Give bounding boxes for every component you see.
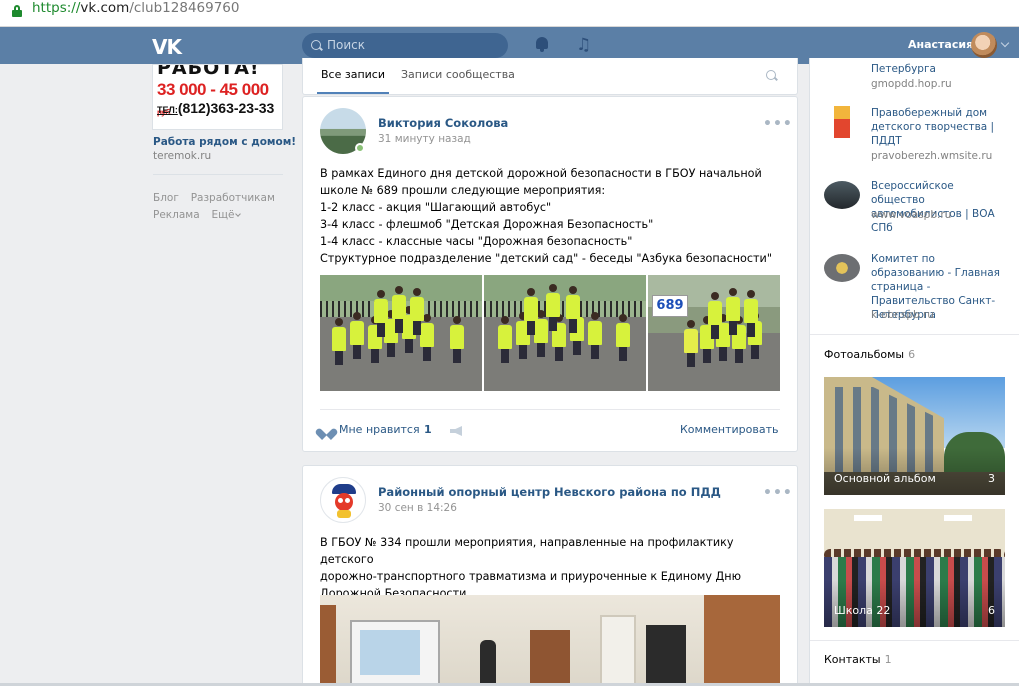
divider [153,174,283,175]
album-count: 6 [988,604,995,617]
photo-album[interactable]: Основной альбом 3 [824,377,1005,495]
footer-link-blog[interactable]: Блог [153,192,179,204]
search-input[interactable]: Поиск [302,33,508,58]
vk-logo[interactable]: VK [152,35,182,59]
tab-all-posts[interactable]: Все записи [321,68,385,81]
like-count: 1 [424,423,432,436]
footer-link-ads[interactable]: Реклама [153,209,200,221]
post-author[interactable]: Виктория Соколова [378,116,508,130]
link-domain: www.voaspb.ru [871,209,952,221]
url-text[interactable]: https://vk.com/club128469760 [32,0,239,16]
tab-community-posts[interactable]: Записи сообщества [401,68,515,81]
post-text: В ГБОУ № 334 прошли мероприятия, направл… [320,536,742,600]
link-thumbnail[interactable] [824,181,860,209]
post-text: В рамках Единого дня детской дорожной бе… [320,167,772,265]
user-avatar[interactable] [971,32,997,58]
footer-link-more[interactable]: Ещё [211,209,248,221]
ad-phone: ТЕЛ:(812)363-23-33 [157,100,275,116]
police-mascot-icon [330,484,358,518]
chevron-down-icon[interactable] [1000,38,1010,48]
post-photos: 689 [320,275,780,391]
ad-title[interactable]: Работа рядом с домом! [153,136,296,148]
right-sidebar: Петербурга gmopdd.hop.ru Правобережный д… [809,58,1019,686]
link-thumbnail[interactable] [834,106,850,138]
browser-address-bar[interactable]: https://vk.com/club128469760 [0,0,1019,27]
comment-button[interactable]: Комментировать [680,423,778,436]
wall-post: Районный опорный центр Невского района п… [302,465,798,686]
music-icon[interactable]: ♫ [576,35,591,55]
school-number-sign: 689 [652,295,688,317]
search-placeholder: Поиск [327,38,366,52]
like-label: Мне нравится [339,423,420,436]
link-title[interactable]: Всероссийское общество автомобилистов | … [871,179,1001,235]
photo-album[interactable]: Школа 22 6 [824,509,1005,627]
divider [320,409,780,410]
album-name: Основной альбом [834,472,936,485]
footer-links: Блог Разработчикам Реклама Ещё [153,190,293,224]
author-avatar[interactable] [320,477,366,523]
search-icon[interactable] [766,70,776,80]
chevron-down-icon [235,211,242,217]
ad-banner[interactable]: РАБОТА! 33 000 - 45 000 руб. ТЕЛ:(812)36… [152,64,283,130]
link-thumbnail[interactable] [824,254,860,282]
active-tab-indicator [317,92,389,94]
post-time[interactable]: 31 минуту назад [378,133,471,145]
post-photo[interactable]: 689 [648,275,780,391]
online-indicator [355,143,365,153]
more-options-icon[interactable]: ••• [763,485,793,501]
post-photo[interactable] [320,275,482,391]
post-photo[interactable] [484,275,646,391]
footer-link-developers[interactable]: Разработчикам [191,192,275,204]
wall-post: Виктория Соколова 31 минуту назад ••• В … [302,96,798,452]
link-title[interactable]: Правобережный дом детского творчества | … [871,106,1001,148]
more-options-icon[interactable]: ••• [763,116,793,132]
search-icon [311,40,321,50]
ad-domain: teremok.ru [153,150,212,162]
heart-icon [320,424,333,436]
divider [810,640,1019,641]
post-time[interactable]: 30 сен в 14:26 [378,502,457,514]
album-name: Школа 22 [834,604,891,617]
albums-header[interactable]: Фотоальбомы 6 [824,348,915,361]
link-title[interactable]: Петербурга [871,62,1001,76]
link-domain: k-obr.spb.ru [871,309,934,321]
bell-icon[interactable] [535,37,549,53]
post-author[interactable]: Районный опорный центр Невского района п… [378,485,721,499]
lock-icon [12,5,22,17]
ad-headline: РАБОТА! [157,64,260,79]
post-photo[interactable] [320,595,780,686]
album-count: 3 [988,472,995,485]
contacts-header[interactable]: Контакты 1 [824,653,892,666]
share-icon[interactable] [450,426,462,436]
wall-tabs: Все записи Записи сообщества [302,58,798,95]
user-name[interactable]: Анастасия [908,38,973,51]
link-domain: pravoberezh.wmsite.ru [871,150,993,162]
divider [810,334,1019,335]
link-domain: gmopdd.hop.ru [871,78,952,90]
